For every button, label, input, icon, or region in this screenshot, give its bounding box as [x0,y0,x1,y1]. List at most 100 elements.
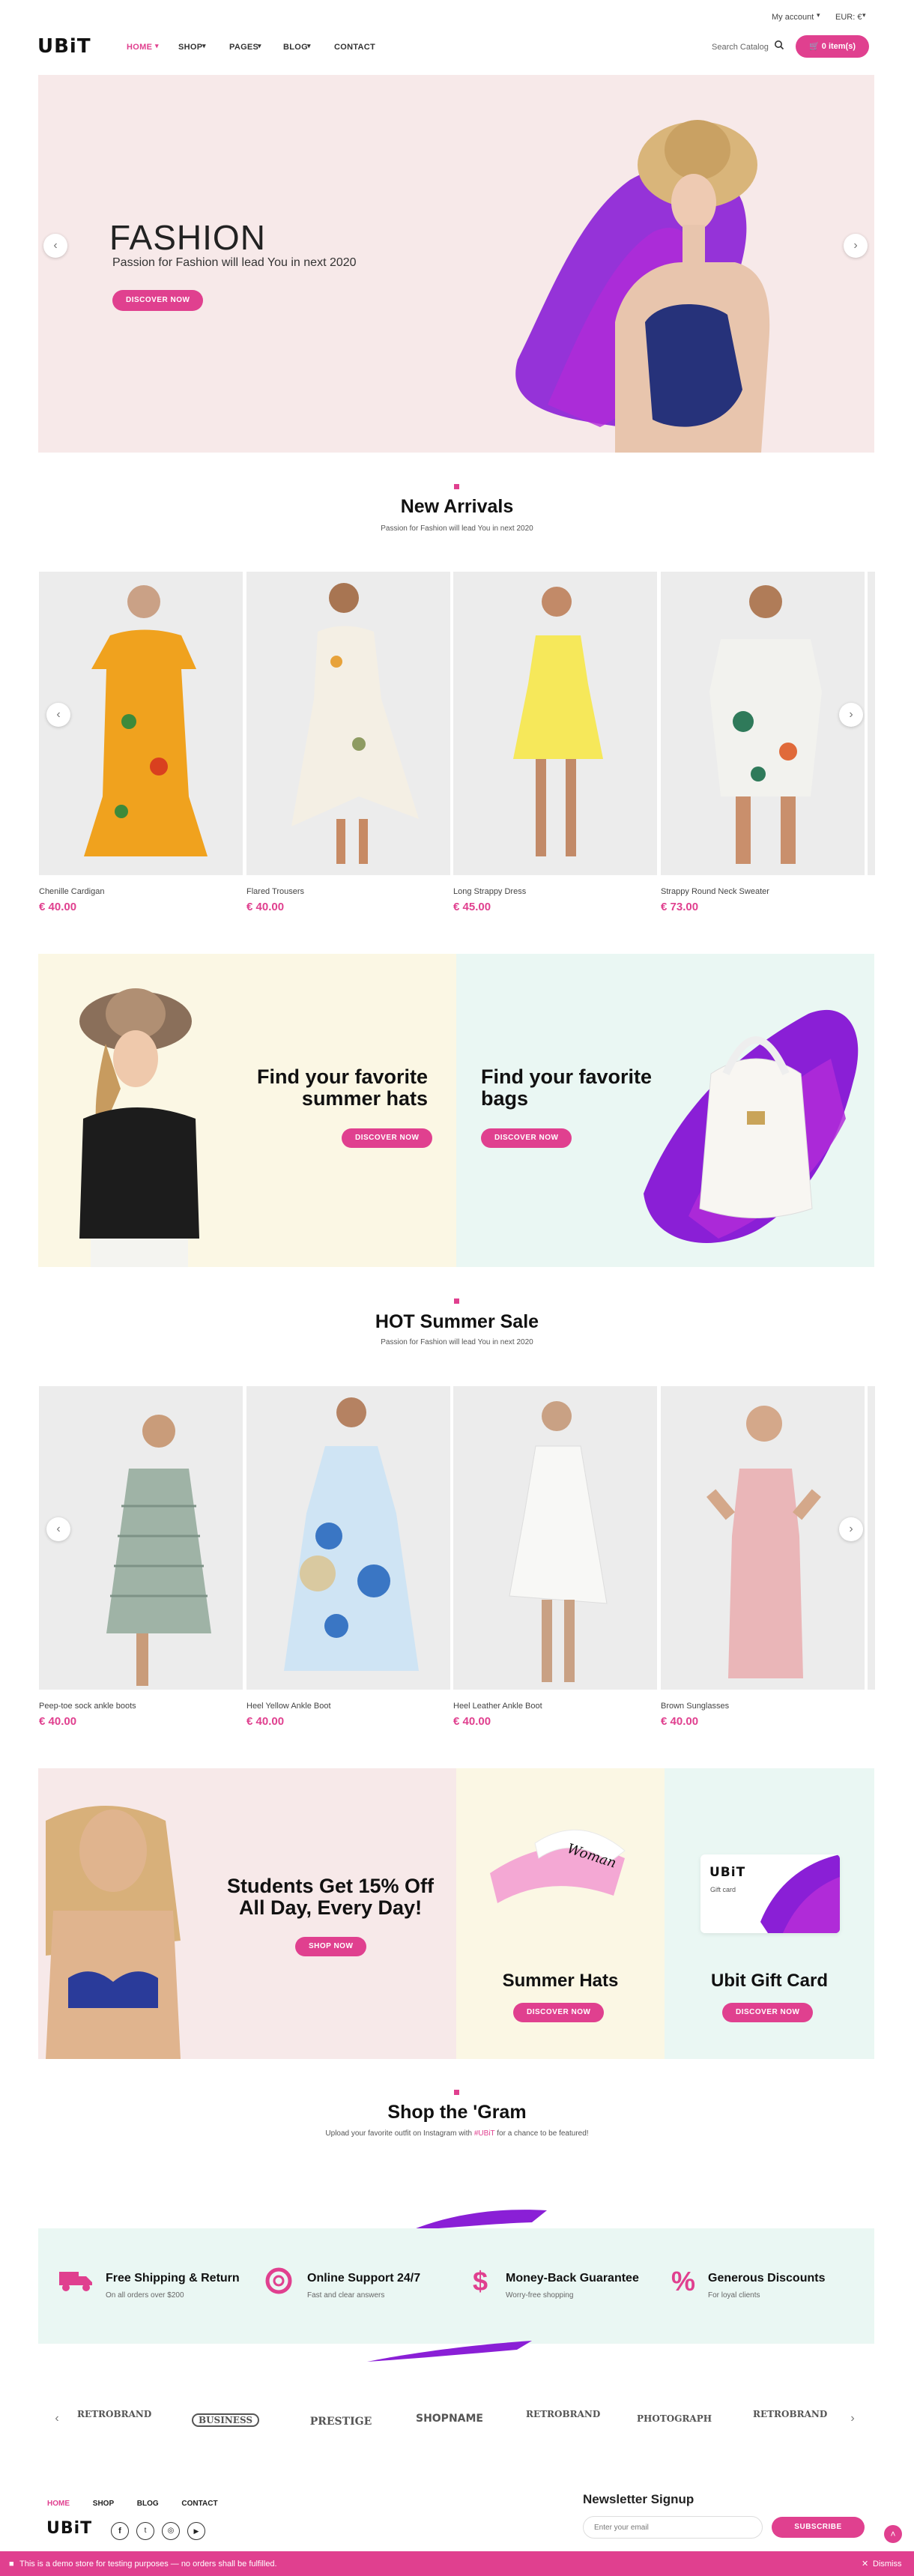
product-name[interactable]: Strappy Round Neck Sweater [661,887,865,896]
sale-prev-arrow[interactable]: ‹ [46,1517,70,1541]
product-image[interactable] [246,1386,450,1690]
brands-next-arrow[interactable]: › [841,2407,865,2431]
product-image[interactable] [453,1386,657,1690]
nav-pages[interactable]: PAGES [229,43,258,52]
students-banner[interactable]: Students Get 15% Off All Day, Every Day!… [38,1768,456,2059]
hero-prev-arrow[interactable]: ‹ [43,234,67,258]
hero-next-arrow[interactable]: › [844,234,868,258]
gift-card-label: Gift card [710,1886,736,1893]
gift-card-discover-button[interactable]: DISCOVER NOW [722,2003,814,2022]
product-image[interactable] [661,1386,865,1690]
currency-selector[interactable]: EUR: € [835,13,862,22]
summer-hats-discover-button[interactable]: DISCOVER NOW [513,2003,605,2022]
brand-logo[interactable]: RETROBRAND [77,2409,151,2419]
summer-hats-title: Summer Hats [502,1971,619,1991]
product-image[interactable] [453,572,657,875]
feature-title: Generous Discounts [708,2272,826,2285]
feature-title: Online Support 24/7 [307,2272,421,2285]
feature-title: Money-Back Guarantee [506,2272,639,2285]
footer-logo[interactable]: UBiT [46,2519,92,2538]
gram-title: Shop the 'Gram [387,2102,527,2123]
product-name[interactable]: Chenille Cardigan [39,887,243,896]
product-image[interactable] [39,572,243,875]
hero-image [515,120,770,453]
subscribe-button[interactable]: SUBSCRIBE [772,2517,865,2538]
brand-logo[interactable]: PHOTOGRAPH [637,2413,712,2424]
bikini-model-image [46,1806,181,2059]
newsletter-email-input[interactable]: Enter your email [583,2516,763,2539]
instagram-icon[interactable]: ◎ [162,2522,180,2540]
arrivals-prev-arrow[interactable]: ‹ [46,703,70,727]
truck-icon [59,2272,92,2291]
nav-shop[interactable]: SHOP [178,43,202,52]
product-name[interactable]: Brown Sunglasses [661,1702,865,1711]
chevron-down-icon: ▾ [862,11,866,19]
footer-link-contact[interactable]: CONTACT [181,2500,217,2508]
footer-link-blog[interactable]: BLOG [137,2500,159,2508]
brand-logo[interactable]: RETROBRAND [526,2409,600,2419]
product-card[interactable]: Heel Yellow Ankle Boot € 40.00 [246,1386,450,1728]
product-price: € 73.00 [661,901,699,913]
footer-nav: HOME SHOP BLOG CONTACT [47,2500,218,2508]
hats-banner[interactable]: Find your favorite summer hats DISCOVER … [38,954,456,1267]
product-card[interactable]: Chenille Cardigan € 40.00 [39,572,243,913]
brands-prev-arrow[interactable]: ‹ [45,2407,69,2431]
feature-subtitle: On all orders over $200 [106,2291,184,2300]
close-icon[interactable]: ✕ [862,2559,868,2569]
product-card[interactable]: Heel Leather Ankle Boot € 40.00 [453,1386,657,1728]
hero-subtitle: Passion for Fashion will lead You in nex… [112,256,357,269]
product-card[interactable]: Brown Sunglasses € 40.00 [661,1386,865,1728]
hats-discover-button[interactable]: DISCOVER NOW [342,1128,433,1148]
footer-link-home[interactable]: HOME [47,2500,70,2508]
chevron-up-icon: ˄ [890,2529,896,2539]
search-icon[interactable] [774,40,784,54]
youtube-icon[interactable]: ▶ [187,2522,205,2540]
footer-link-shop[interactable]: SHOP [93,2500,114,2508]
product-name[interactable]: Peep-toe sock ankle boots [39,1702,243,1711]
product-price: € 40.00 [453,1715,491,1728]
cart-button[interactable]: 🛒 0 item(s) [796,35,870,58]
students-shop-button[interactable]: SHOP NOW [295,1937,367,1956]
product-name[interactable]: Flared Trousers [246,887,450,896]
product-name[interactable]: Heel Leather Ankle Boot [453,1702,657,1711]
product-image[interactable] [246,572,450,875]
product-image[interactable] [39,1386,243,1690]
site-logo[interactable]: UBiT [37,35,91,58]
bags-banner[interactable]: Find your favorite bags DISCOVER NOW [456,954,874,1267]
sale-next-arrow[interactable]: › [839,1517,863,1541]
percent-icon: % [671,2266,696,2297]
product-card[interactable]: Long Strappy Dress € 45.00 [453,572,657,913]
dismiss-link[interactable]: Dismiss [873,2560,902,2569]
newsletter-title: Newsletter Signup [583,2492,694,2506]
product-name[interactable]: Heel Yellow Ankle Boot [246,1702,450,1711]
chevron-down-icon: ▾ [202,42,206,49]
brand-logo[interactable]: BUSINESS [192,2413,259,2427]
basket-icon: 🛒 [809,42,820,51]
twitter-icon[interactable]: t [136,2522,154,2540]
product-card[interactable]: Flared Trousers € 40.00 [246,572,450,913]
product-image[interactable] [661,572,865,875]
hero-discover-button[interactable]: DISCOVER NOW [112,290,204,311]
hashtag-link[interactable]: #UBiT [474,2129,495,2138]
decor-brush [367,2341,532,2362]
gift-card-image: UBiT Gift card [700,1854,840,1933]
product-name[interactable]: Long Strappy Dress [453,887,657,896]
gift-card-banner[interactable]: UBiT Gift card Ubit Gift Card DISCOVER N… [665,1768,874,2059]
bags-discover-button[interactable]: DISCOVER NOW [481,1128,572,1148]
nav-contact[interactable]: CONTACT [334,43,375,52]
facebook-icon[interactable]: f [111,2522,129,2540]
search-input[interactable]: Search Catalog [712,43,769,52]
hot-sale-subtitle: Passion for Fashion will lead You in nex… [381,1338,533,1346]
product-card[interactable]: Peep-toe sock ankle boots € 40.00 [39,1386,243,1728]
brand-logo[interactable]: RETROBRAND [753,2409,827,2419]
brand-logo[interactable]: SHOPNAME [412,2413,487,2425]
nav-blog[interactable]: BLOG [283,43,308,52]
product-card[interactable]: Strappy Round Neck Sweater € 73.00 [661,572,865,913]
brand-logo[interactable]: PRESTIGE [303,2416,378,2428]
scroll-top-button[interactable]: ˄ [884,2525,902,2543]
nav-home[interactable]: HOME [127,43,152,52]
summer-hats-banner[interactable]: Woman Summer Hats DISCOVER NOW [456,1768,665,2059]
arrivals-next-arrow[interactable]: › [839,703,863,727]
hero-slider: FASHION Passion for Fashion will lead Yo… [38,75,874,453]
my-account-link[interactable]: My account [772,13,814,22]
